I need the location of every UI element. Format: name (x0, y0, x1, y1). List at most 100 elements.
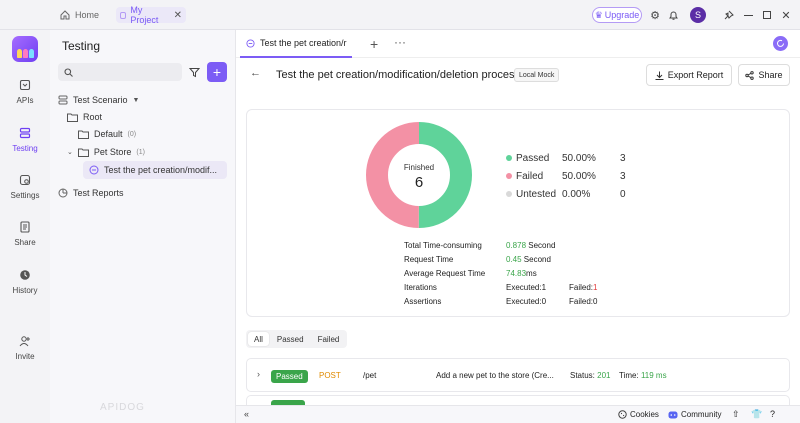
tree-label-test-case: Test the pet creation/modif... (104, 165, 218, 175)
folder-icon (67, 113, 78, 122)
stat-iterations-label: Iterations (404, 283, 437, 292)
new-tab-icon[interactable]: + (370, 36, 378, 52)
test-case-icon (246, 38, 255, 48)
download-icon (655, 71, 664, 80)
donut-center-value: 6 (414, 174, 424, 191)
tree-item-pet-store[interactable]: ⌄ Pet Store (1) (67, 143, 145, 161)
stat-total-value: 0.878 Second (506, 241, 555, 250)
failed-dot (506, 173, 512, 179)
legend-pct: 0.00% (562, 188, 591, 200)
main-panel: Test the pet creation/r + ··· ← Test the… (236, 30, 800, 423)
maximize-icon[interactable] (760, 8, 774, 22)
tree-label-default: Default (94, 129, 123, 139)
method-label: POST (319, 371, 341, 380)
share-label: Share (758, 70, 783, 80)
stat-assertions-label: Assertions (404, 297, 442, 306)
share-doc-icon (18, 220, 32, 234)
filter-icon (188, 67, 200, 77)
legend-pct: 50.00% (562, 152, 596, 164)
filter-failed[interactable]: Failed (312, 332, 346, 346)
discord-icon (668, 411, 678, 418)
tab-test-case[interactable]: Test the pet creation/r (240, 30, 352, 58)
environment-badge[interactable]: Local Mock (514, 68, 560, 82)
minimize-icon[interactable] (741, 8, 755, 22)
add-button[interactable]: + (207, 62, 227, 82)
result-filter: All Passed Failed (246, 330, 348, 348)
iterations-failed-value: 1 (593, 283, 598, 292)
stat-request-value: 0.45 Second (506, 255, 551, 264)
cookies-label: Cookies (630, 410, 659, 419)
refresh-icon[interactable] (773, 36, 788, 51)
filter-all[interactable]: All (248, 332, 269, 346)
avg-time-value: 74.83 (506, 269, 527, 278)
rail-label-apis: APIs (16, 96, 34, 105)
rail-item-testing[interactable]: Testing (0, 126, 50, 153)
back-arrow-icon[interactable]: ← (250, 67, 261, 79)
search-input[interactable] (77, 67, 177, 77)
time-label: Time: (619, 371, 639, 380)
project-tab-label: My Project (130, 5, 159, 25)
close-icon[interactable]: ✕ (174, 10, 182, 21)
stat-assertions-executed: Executed:0 (506, 297, 547, 306)
tree-item-test-scenario[interactable]: Test Scenario ▼ (58, 91, 139, 109)
apidog-logo (12, 36, 38, 62)
api-icon (18, 78, 32, 92)
community-button[interactable]: Community (668, 410, 721, 419)
history-icon (18, 268, 32, 282)
search-box[interactable] (58, 63, 182, 81)
export-report-label: Export Report (667, 70, 724, 80)
rail-label-settings: Settings (10, 191, 40, 200)
upload-icon[interactable]: ⇧ (732, 409, 740, 420)
tree-label-pet-store: Pet Store (93, 147, 132, 157)
result-row[interactable]: › Passed POST /pet Add a new pet to the … (246, 358, 790, 392)
collapse-icon[interactable]: « (244, 409, 249, 419)
stat-total-label: Total Time-consuming (404, 241, 482, 250)
upgrade-button[interactable]: ♛ Upgrade (592, 7, 642, 23)
export-report-button[interactable]: Export Report (646, 64, 732, 86)
rail-label-history: History (12, 286, 38, 295)
tree-item-test-reports[interactable]: Test Reports (58, 184, 124, 202)
title-bar: Home My Project ✕ ♛ Upgrade ⚙ S ✕ (0, 0, 800, 30)
testing-icon (18, 126, 32, 140)
test-case-icon (89, 165, 99, 175)
rail-item-apis[interactable]: APIs (0, 78, 50, 105)
rail-item-share[interactable]: Share (0, 220, 50, 247)
donut-center: Finished 6 (371, 163, 467, 191)
avatar[interactable]: S (690, 7, 706, 23)
invite-icon (18, 334, 32, 348)
project-tab[interactable]: My Project ✕ (116, 5, 186, 25)
shirt-icon[interactable]: 👕 (751, 409, 762, 420)
bell-icon[interactable] (666, 8, 680, 22)
tree-item-test-case[interactable]: Test the pet creation/modif... (83, 161, 227, 179)
folder-open-icon (77, 148, 89, 157)
project-icon (120, 11, 127, 19)
legend-count: 0 (620, 188, 626, 200)
close-window-icon[interactable]: ✕ (779, 8, 793, 22)
stat-assertions-failed: Failed:0 (569, 297, 598, 306)
gear-icon[interactable]: ⚙ (648, 8, 662, 22)
tree-item-root[interactable]: Root (67, 108, 102, 126)
scenario-icon (58, 95, 68, 105)
tree-label-test-reports: Test Reports (73, 188, 124, 198)
rail-item-settings[interactable]: Settings (0, 173, 50, 200)
tree-item-default[interactable]: Default (0) (78, 125, 136, 143)
rail-item-history[interactable]: History (0, 268, 50, 295)
stat-avg-value: 74.83ms (506, 269, 537, 278)
cookies-button[interactable]: Cookies (618, 410, 659, 419)
help-icon[interactable]: ? (770, 409, 775, 419)
status-code-value: 201 (597, 371, 611, 380)
home-tab[interactable]: Home (60, 7, 99, 23)
plus-icon: + (212, 64, 222, 80)
more-icon[interactable]: ··· (394, 35, 406, 49)
rail-item-invite[interactable]: Invite (0, 334, 50, 361)
share-button[interactable]: Share (738, 64, 790, 86)
passed-dot (506, 155, 512, 161)
chevron-right-icon[interactable]: › (257, 369, 260, 379)
pin-icon[interactable] (721, 8, 735, 22)
tab-test-case-label: Test the pet creation/r (260, 38, 347, 48)
filter-button[interactable] (184, 63, 204, 81)
folder-icon (78, 130, 89, 139)
request-time-unit: Second (521, 255, 551, 264)
rail-label-invite: Invite (15, 352, 35, 361)
filter-passed[interactable]: Passed (271, 332, 310, 346)
